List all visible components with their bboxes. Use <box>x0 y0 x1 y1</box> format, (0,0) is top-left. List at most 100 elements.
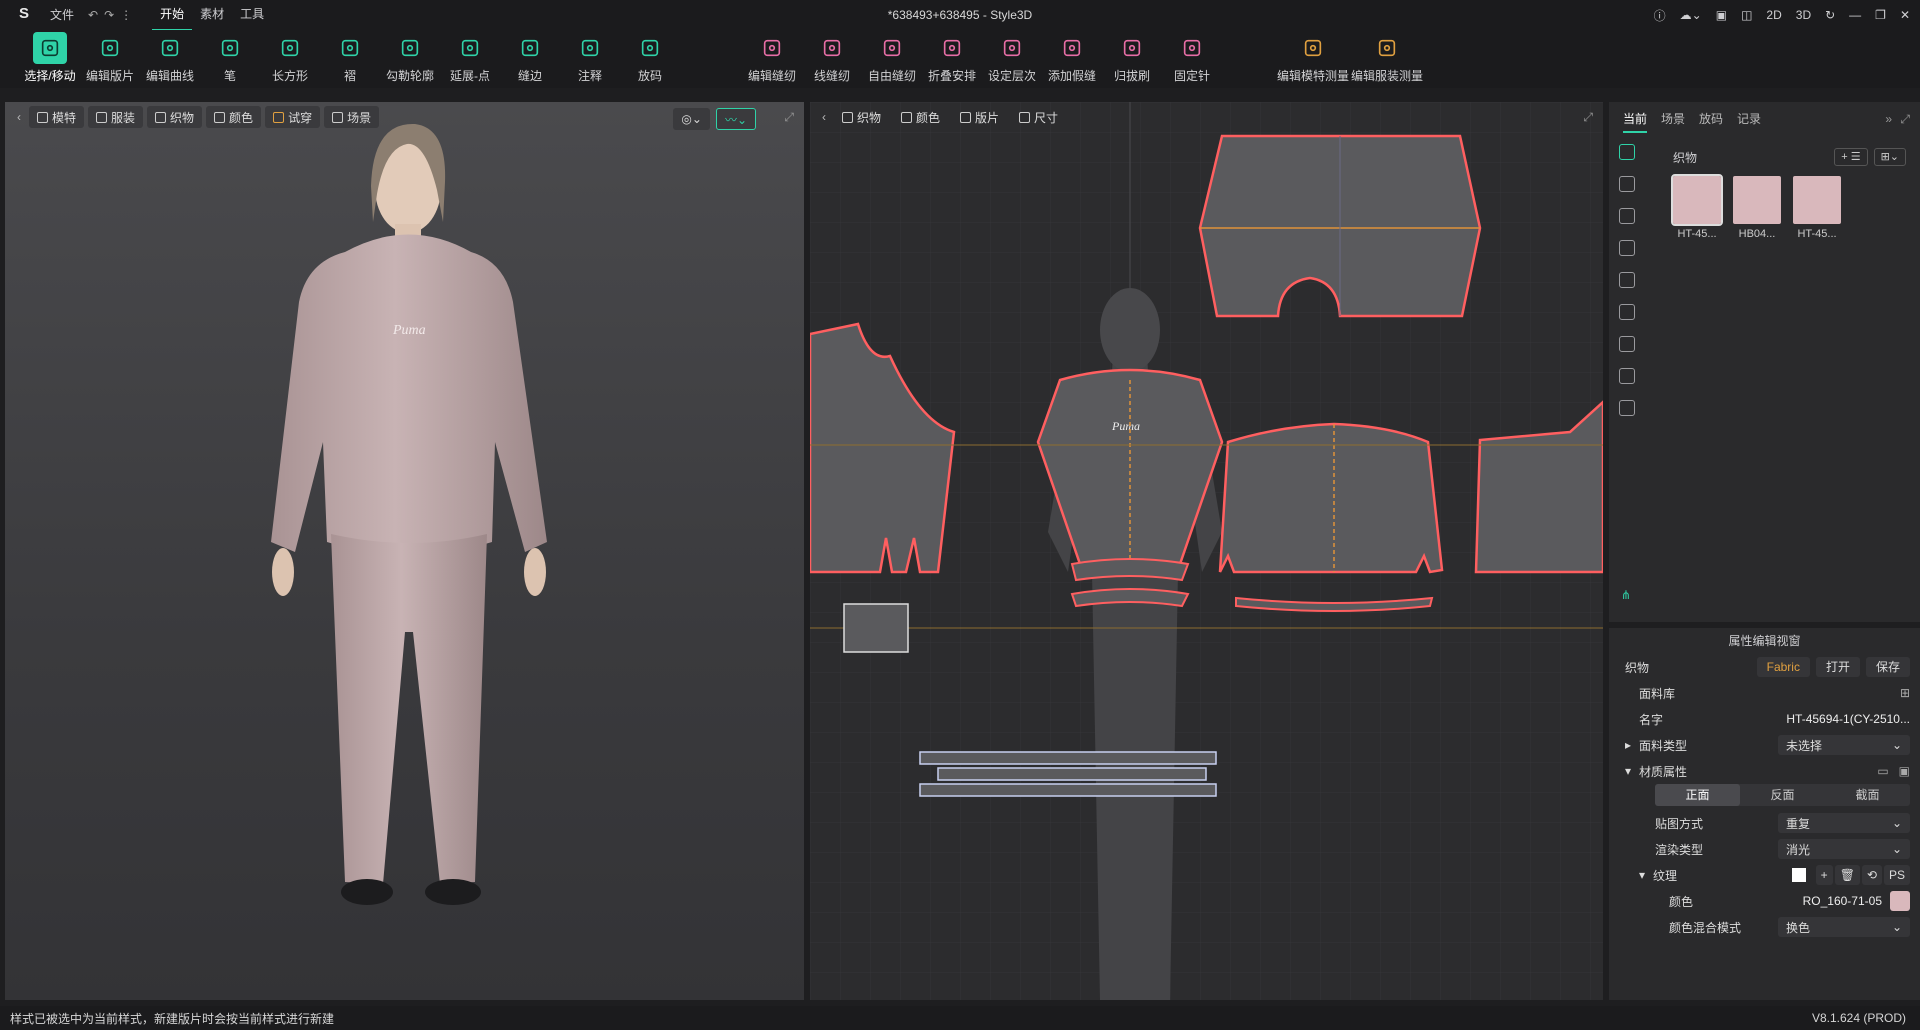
tab-material[interactable]: 素材 <box>192 0 232 31</box>
view-2d-button[interactable]: 2D <box>1766 8 1781 22</box>
pleat-tool-button[interactable]: 褶 <box>320 30 380 88</box>
texture-photoshop-button[interactable]: PS <box>1883 865 1910 885</box>
line-sewing-tool-button[interactable]: 线缝纫 <box>802 30 862 88</box>
face-back[interactable]: 反面 <box>1740 784 1825 806</box>
view-3d-button[interactable]: 3D <box>1796 8 1811 22</box>
2d-collapse-icon[interactable]: ‹ <box>818 110 830 124</box>
fabric-list-icon[interactable] <box>1619 144 1635 160</box>
user-icon[interactable]: ▣ <box>1716 8 1727 22</box>
color-swatch[interactable] <box>1890 891 1910 911</box>
graphic-list-icon[interactable] <box>1619 272 1635 288</box>
pattern-strip-2[interactable] <box>937 767 1207 781</box>
refresh-icon[interactable]: ↻ <box>1825 8 1835 22</box>
tab-start[interactable]: 开始 <box>152 0 193 31</box>
button-list-icon[interactable] <box>1619 176 1635 192</box>
fabric-swatch[interactable]: HB04... <box>1733 176 1781 240</box>
open-button[interactable]: 打开 <box>1815 657 1860 677</box>
face-front[interactable]: 正面 <box>1655 784 1740 806</box>
2d-btn-pattern[interactable]: 版片 <box>952 106 1007 128</box>
edit-sewing-tool-button[interactable]: 编辑缝纫 <box>742 30 802 88</box>
fabric-type-dropdown[interactable]: 未选择 ⌄ <box>1778 735 1910 755</box>
texture-reset-button[interactable]: ⟲ <box>1861 865 1882 885</box>
panel-expand-icon[interactable]: ⤢ <box>1900 112 1910 127</box>
close-icon[interactable]: ✕ <box>1900 8 1910 22</box>
tab-scene[interactable]: 场景 <box>1661 110 1685 133</box>
minimize-icon[interactable]: — <box>1849 8 1861 22</box>
avatar-3d-figure[interactable]: Puma <box>5 102 804 1000</box>
restore-icon[interactable]: ❐ <box>1875 8 1886 22</box>
undo-redo-icons[interactable]: ↶↷⋮ <box>88 8 138 22</box>
prop-color-value[interactable]: RO_160-71-05 <box>1803 894 1882 908</box>
avatar-measure-tool-button[interactable]: 编辑模特测量 <box>1276 30 1350 88</box>
tab-grading[interactable]: 放码 <box>1699 110 1723 133</box>
2d-btn-size[interactable]: 尺寸 <box>1011 106 1066 128</box>
app-logo-icon[interactable]: S <box>14 5 34 25</box>
cloud-upload-icon[interactable]: ☁⌄ <box>1680 8 1702 22</box>
help-icon[interactable]: ⓘ <box>1654 7 1666 24</box>
save-icon[interactable]: ▣ <box>1899 764 1910 778</box>
menu-file[interactable]: 文件 <box>42 0 82 30</box>
pattern-strip-3[interactable] <box>919 783 1217 797</box>
seam-list-icon[interactable] <box>1619 304 1635 320</box>
pattern-back-body[interactable] <box>1218 422 1444 574</box>
pen-tool-button[interactable]: 笔 <box>200 30 260 88</box>
add-tack-icon <box>1055 32 1089 64</box>
garment-measure-tool-button[interactable]: 编辑服装测量 <box>1350 30 1424 88</box>
hierarchy-icon[interactable]: ⋔ <box>1621 588 1631 602</box>
fabric-source-button[interactable]: Fabric <box>1756 657 1810 677</box>
collapse-arrow-icon[interactable]: ▾ <box>1625 764 1639 778</box>
shrink-brush-tool-button[interactable]: 归拔刷 <box>1102 30 1162 88</box>
2d-btn-color[interactable]: 颜色 <box>893 106 948 128</box>
2d-btn-fabric[interactable]: 织物 <box>834 106 889 128</box>
fabric-swatch[interactable]: HT-45... <box>1793 176 1841 240</box>
extend-point-tool-button[interactable]: 延展-点 <box>440 30 500 88</box>
zipper-list-icon[interactable] <box>1619 368 1635 384</box>
fabric-swatch-caption: HT-45... <box>1677 228 1717 240</box>
prop-name-value[interactable]: HT-45694-1(CY-2510... <box>1786 712 1910 726</box>
tab-history[interactable]: 记录 <box>1737 110 1761 133</box>
save-button[interactable]: 保存 <box>1865 657 1910 677</box>
edit-pattern-tool-button[interactable]: 编辑版片 <box>80 30 140 88</box>
avatar-list-icon[interactable] <box>1619 400 1635 416</box>
fabric-swatch[interactable]: HT-45... <box>1671 174 1723 240</box>
topstitch-list-icon[interactable] <box>1619 240 1635 256</box>
edit-curve-tool-button[interactable]: 编辑曲线 <box>140 30 200 88</box>
3d-viewport[interactable]: ‹ 模特 服装 织物 颜色 试穿 场景 ◎⌄ 〰⌄ ⤢ Puma <box>5 102 804 1000</box>
texture-delete-button[interactable]: 🗑 <box>1834 865 1860 885</box>
rectangle-tool-button[interactable]: 长方形 <box>260 30 320 88</box>
tab-tools[interactable]: 工具 <box>232 0 272 31</box>
texture-thumbnail[interactable] <box>1791 868 1806 882</box>
select-move-tool-button[interactable]: 选择/移动 <box>20 30 80 88</box>
set-layer-tool-button[interactable]: 设定层次 <box>982 30 1042 88</box>
tab-current[interactable]: 当前 <box>1623 110 1648 133</box>
pin-tool-button[interactable]: 固定针 <box>1162 30 1222 88</box>
2d-pattern-viewport[interactable]: Puma ‹ 织物 颜色 版片 尺寸 ⤢ <box>810 102 1603 1000</box>
blend-mode-dropdown[interactable]: 换色 ⌄ <box>1778 917 1910 937</box>
render-type-dropdown[interactable]: 消光 ⌄ <box>1778 839 1910 859</box>
folder-icon[interactable]: ▭ <box>1877 764 1888 778</box>
add-tack-tool-button[interactable]: 添加假缝 <box>1042 30 1102 88</box>
zigzag-list-icon[interactable] <box>1619 336 1635 352</box>
collapse-arrow-icon[interactable]: ▾ <box>1639 868 1653 882</box>
grading-tool-button[interactable]: 放码 <box>620 30 680 88</box>
panel-collapse-icon[interactable]: » <box>1885 112 1892 126</box>
split-view-icon[interactable]: ◫ <box>1741 8 1752 22</box>
seam-allowance-tool-button[interactable]: 缝边 <box>500 30 560 88</box>
library-grid-icon[interactable]: ⊞ <box>1900 686 1910 700</box>
pattern-pocket[interactable] <box>843 603 909 653</box>
add-fabric-icon[interactable]: + ☰ <box>1834 148 1868 166</box>
pattern-front-band[interactable] <box>1070 558 1190 582</box>
grid-view-icon[interactable]: ⊞⌄ <box>1873 148 1906 166</box>
texture-add-button[interactable]: + <box>1815 865 1833 885</box>
2d-expand-icon[interactable]: ⤢ <box>1583 110 1593 125</box>
expand-arrow-icon[interactable]: ▸ <box>1625 738 1639 752</box>
pants <box>331 534 487 884</box>
trace-outline-tool-button[interactable]: 勾勒轮廓 <box>380 30 440 88</box>
pattern-strip-1[interactable] <box>919 751 1217 765</box>
free-sewing-tool-button[interactable]: 自由缝纫 <box>862 30 922 88</box>
annotation-tool-button[interactable]: 注释 <box>560 30 620 88</box>
buttonhole-list-icon[interactable] <box>1619 208 1635 224</box>
fold-arrange-tool-button[interactable]: 折叠安排 <box>922 30 982 88</box>
mapping-dropdown[interactable]: 重复 ⌄ <box>1778 813 1910 833</box>
face-section[interactable]: 截面 <box>1825 784 1910 806</box>
